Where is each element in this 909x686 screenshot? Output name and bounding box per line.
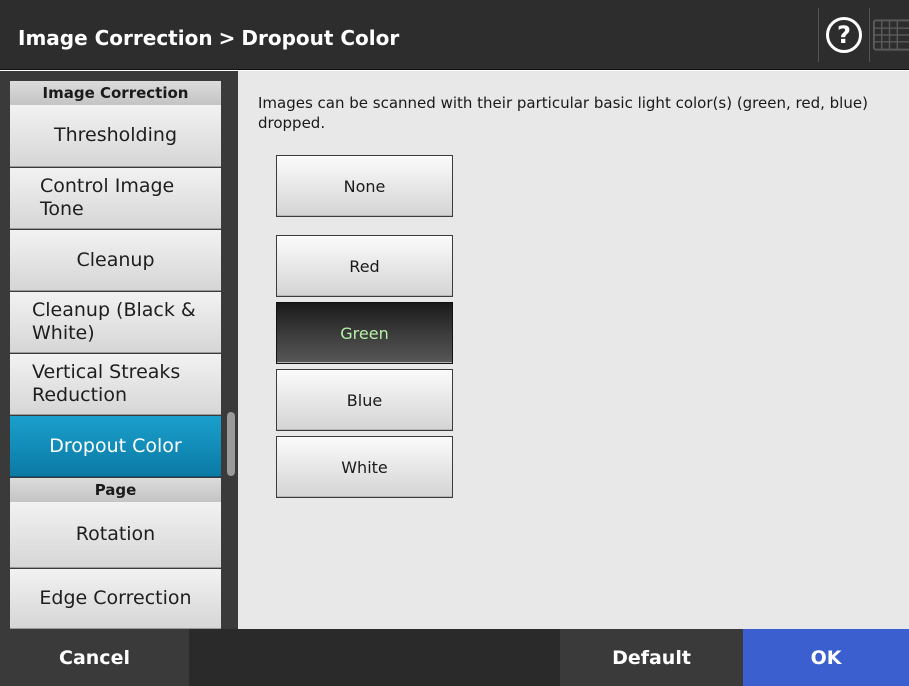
- option-red-button[interactable]: Red: [276, 235, 453, 297]
- sidebar-section-page: Page: [10, 478, 221, 502]
- footer-bar: Cancel Default OK: [0, 629, 909, 686]
- help-button[interactable]: ?: [818, 8, 870, 62]
- sidebar-item-label: Rotation: [75, 523, 156, 546]
- sidebar-item-label: Cleanup: [76, 248, 155, 271]
- sidebar-item-cleanup[interactable]: Cleanup: [10, 230, 221, 291]
- cancel-button[interactable]: Cancel: [0, 629, 189, 686]
- sidebar-item-label: Thresholding: [53, 124, 178, 147]
- sidebar-item-rotation[interactable]: Rotation: [10, 502, 221, 568]
- option-green-button[interactable]: Green: [276, 302, 453, 364]
- content-panel: Images can be scanned with their particu…: [238, 71, 909, 629]
- ok-button[interactable]: OK: [743, 629, 909, 686]
- sidebar-section-image-correction: Image Correction: [10, 81, 221, 105]
- default-button[interactable]: Default: [560, 629, 743, 686]
- sidebar-item-thresholding[interactable]: Thresholding: [10, 105, 221, 167]
- sidebar-item-label: Edge Correction: [39, 587, 192, 610]
- sidebar-scrollbar[interactable]: [224, 71, 238, 629]
- sidebar-item-cleanup-black-white[interactable]: Cleanup (Black & White): [10, 292, 221, 353]
- title-bar: Image Correction > Dropout Color ?: [0, 0, 909, 70]
- sidebar-item-label: Vertical Streaks Reduction: [32, 361, 181, 406]
- breadcrumb-current: Dropout Color: [241, 26, 400, 50]
- sidebar-item-label: Control Image Tone: [40, 175, 175, 220]
- breadcrumb-parent: Image Correction: [18, 26, 213, 50]
- keyboard-icon: [872, 19, 909, 51]
- sidebar-list: Image Correction Thresholding Control Im…: [0, 71, 223, 629]
- sidebar-item-label: Dropout Color: [49, 434, 182, 457]
- option-blue-button[interactable]: Blue: [276, 369, 453, 431]
- sidebar-item-dropout-color[interactable]: Dropout Color: [10, 416, 221, 477]
- help-icon: ?: [826, 17, 862, 53]
- sidebar-item-vertical-streaks-reduction[interactable]: Vertical Streaks Reduction: [10, 354, 221, 415]
- sidebar-item-edge-correction[interactable]: Edge Correction: [10, 569, 221, 629]
- breadcrumb-separator: >: [218, 26, 236, 50]
- page-title: Image Correction > Dropout Color: [18, 0, 399, 70]
- description-text: Images can be scanned with their particu…: [258, 94, 868, 132]
- scrollbar-thumb[interactable]: [227, 412, 235, 476]
- sidebar-item-control-image-tone[interactable]: Control Image Tone: [10, 168, 221, 229]
- sidebar-item-label: Cleanup (Black & White): [32, 299, 196, 344]
- keyboard-button[interactable]: [870, 8, 909, 62]
- sidebar: Image Correction Thresholding Control Im…: [0, 71, 238, 629]
- option-white-button[interactable]: White: [276, 436, 453, 498]
- option-none-button[interactable]: None: [276, 155, 453, 217]
